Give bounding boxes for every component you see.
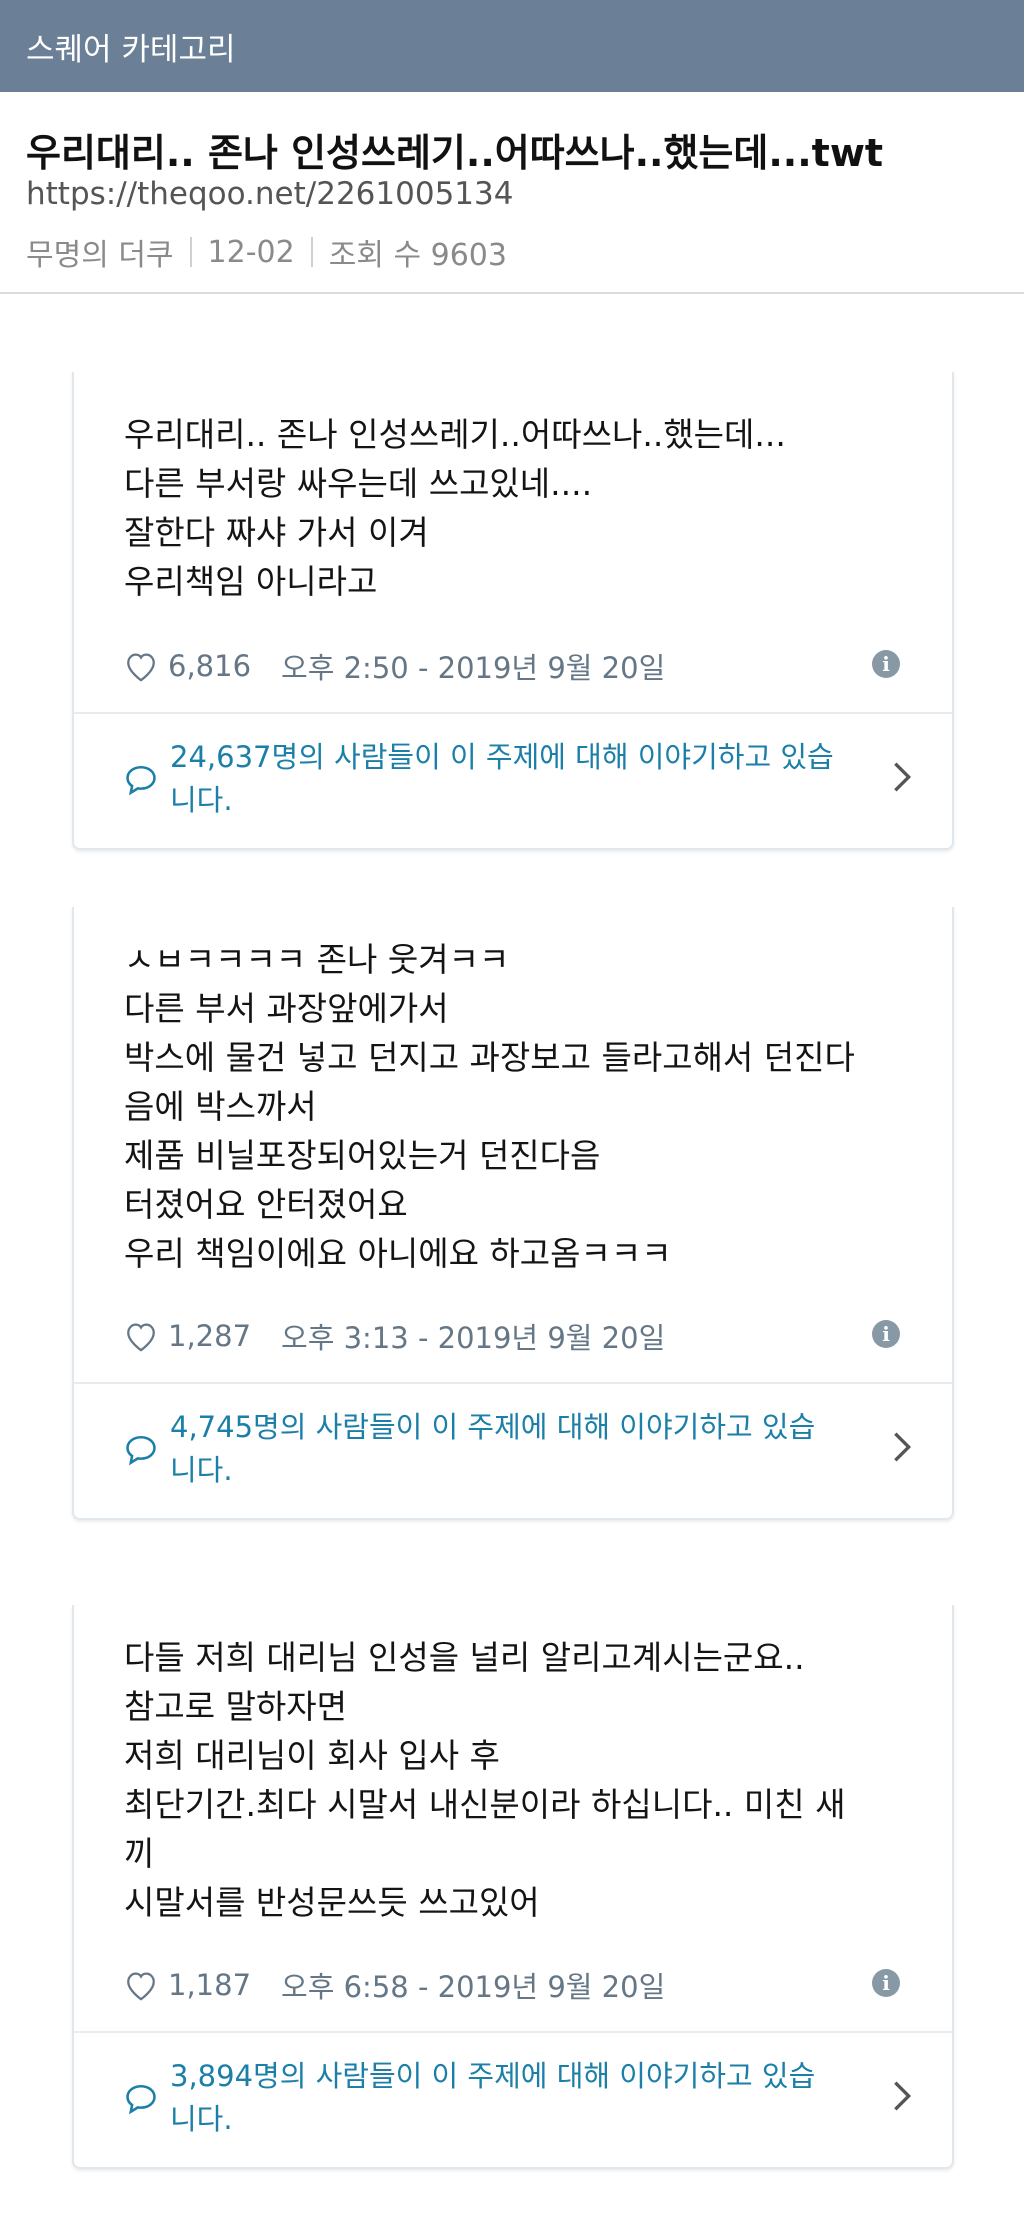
embedded-tweet[interactable]: 다들 저희 대리님 인성을 널리 알리고계시는군요.. 참고로 말하자면 저희 … xyxy=(72,1605,954,2169)
tweet-footer: 1,287 오후 3:13 - 2019년 9월 20일 i xyxy=(74,1290,952,1382)
tweet-line: 다른 부서 과장앞에가서 xyxy=(124,989,449,1028)
embedded-tweet[interactable]: 우리대리.. 존나 인성쓰레기..어따쓰나..했는데... 다른 부서랑 싸우는… xyxy=(72,372,954,850)
conversation-text: 니다. xyxy=(170,783,233,817)
tweet-line: 다른 부서랑 싸우는데 쓰고있네.... xyxy=(124,464,593,503)
conversation-link[interactable]: 4,745명의 사람들이 이 주제에 대해 이야기하고 있습 니다. xyxy=(74,1384,952,1518)
like-count: 1,287 xyxy=(168,1319,252,1353)
post-date: 12-02 xyxy=(207,234,295,270)
conversation-link[interactable]: 3,894명의 사람들이 이 주제에 대해 이야기하고 있습 니다. xyxy=(74,2033,952,2167)
tweet-timestamp[interactable]: 오후 2:50 - 2019년 9월 20일 xyxy=(281,645,665,687)
category-bar[interactable]: 스퀘어 카테고리 xyxy=(0,0,1024,92)
tweet-line: 다들 저희 대리님 인성을 널리 알리고계시는군요.. xyxy=(124,1638,805,1677)
tweet-line: 끼 xyxy=(124,1834,155,1873)
chevron-right-icon xyxy=(894,2081,912,2111)
tweet-text: 다들 저희 대리님 인성을 널리 알리고계시는군요.. 참고로 말하자면 저희 … xyxy=(74,1605,952,1927)
tweet-line: 우리대리.. 존나 인성쓰레기..어따쓰나..했는데... xyxy=(124,415,786,454)
tweet-timestamp[interactable]: 오후 6:58 - 2019년 9월 20일 xyxy=(281,1964,665,2006)
speech-bubble-icon xyxy=(126,1435,156,1466)
like-count: 6,816 xyxy=(168,649,252,683)
speech-bubble-icon xyxy=(126,765,156,796)
tweet-line: 우리 책임이에요 아니에요 하고옴ㅋㅋㅋ xyxy=(124,1234,672,1273)
embedded-tweet[interactable]: ㅅㅂㅋㅋㅋㅋ 존나 웃겨ㅋㅋ 다른 부서 과장앞에가서 박스에 물건 넣고 던지… xyxy=(72,907,954,1520)
tweet-text: ㅅㅂㅋㅋㅋㅋ 존나 웃겨ㅋㅋ 다른 부서 과장앞에가서 박스에 물건 넣고 던지… xyxy=(74,907,952,1278)
tweet-line: 저희 대리님이 회사 입사 후 xyxy=(124,1736,500,1775)
post-author: 무명의 더쿠 xyxy=(26,238,174,273)
conversation-link[interactable]: 24,637명의 사람들이 이 주제에 대해 이야기하고 있습 니다. xyxy=(74,714,952,848)
chevron-right-icon xyxy=(894,762,912,792)
info-icon[interactable]: i xyxy=(872,1969,900,1997)
tweet-line: 우리책임 아니라고 xyxy=(124,562,378,601)
tweet-line: 음에 박스까서 xyxy=(124,1087,317,1126)
heart-outline-icon[interactable] xyxy=(124,1320,158,1352)
tweet-timestamp[interactable]: 오후 3:13 - 2019년 9월 20일 xyxy=(281,1315,665,1357)
post-views: 조회 수 9603 xyxy=(328,238,507,273)
heart-outline-icon[interactable] xyxy=(124,650,158,682)
like-count: 1,187 xyxy=(168,1968,252,2002)
conversation-text: 24,637명의 사람들이 이 주제에 대해 이야기하고 있습 xyxy=(170,740,834,774)
tweet-line: 최단기간.최다 시말서 내신분이라 하십니다.. 미친 새 xyxy=(124,1785,846,1824)
conversation-text: 4,745명의 사람들이 이 주제에 대해 이야기하고 있습 xyxy=(170,1410,816,1444)
conversation-text: 니다. xyxy=(170,1453,233,1487)
meta-divider xyxy=(310,237,313,267)
post-title: 우리대리.. 존나 인성쓰레기..어따쓰나..했는데...twt xyxy=(26,131,884,175)
info-icon[interactable]: i xyxy=(872,650,900,678)
speech-bubble-icon xyxy=(126,2084,156,2115)
post-header: 우리대리.. 존나 인성쓰레기..어따쓰나..했는데...twt https:/… xyxy=(0,92,1024,294)
tweet-line: 제품 비닐포장되어있는거 던진다음 xyxy=(124,1136,601,1175)
info-icon[interactable]: i xyxy=(872,1320,900,1348)
meta-divider xyxy=(189,237,192,267)
tweet-line: 잘한다 짜샤 가서 이겨 xyxy=(124,513,429,552)
tweet-line: 박스에 물건 넣고 던지고 과장보고 들라고해서 던진다 xyxy=(124,1038,855,1077)
tweet-footer: 6,816 오후 2:50 - 2019년 9월 20일 i xyxy=(74,620,952,712)
chevron-right-icon xyxy=(894,1432,912,1462)
post-meta: 무명의 더쿠 12-02 조회 수 9603 xyxy=(26,230,507,274)
tweet-footer: 1,187 오후 6:58 - 2019년 9월 20일 i xyxy=(74,1939,952,2031)
tweet-line: ㅅㅂㅋㅋㅋㅋ 존나 웃겨ㅋㅋ xyxy=(124,940,510,979)
tweet-text: 우리대리.. 존나 인성쓰레기..어따쓰나..했는데... 다른 부서랑 싸우는… xyxy=(74,372,952,606)
conversation-text: 니다. xyxy=(170,2102,233,2136)
tweet-line: 시말서를 반성문쓰듯 쓰고있어 xyxy=(124,1883,540,1922)
conversation-text: 3,894명의 사람들이 이 주제에 대해 이야기하고 있습 xyxy=(170,2059,816,2093)
heart-outline-icon[interactable] xyxy=(124,1969,158,2001)
category-label[interactable]: 스퀘어 카테고리 xyxy=(26,24,236,69)
post-url[interactable]: https://theqoo.net/2261005134 xyxy=(26,176,513,212)
tweet-line: 터졌어요 안터졌어요 xyxy=(124,1185,408,1224)
tweet-line: 참고로 말하자면 xyxy=(124,1687,348,1726)
